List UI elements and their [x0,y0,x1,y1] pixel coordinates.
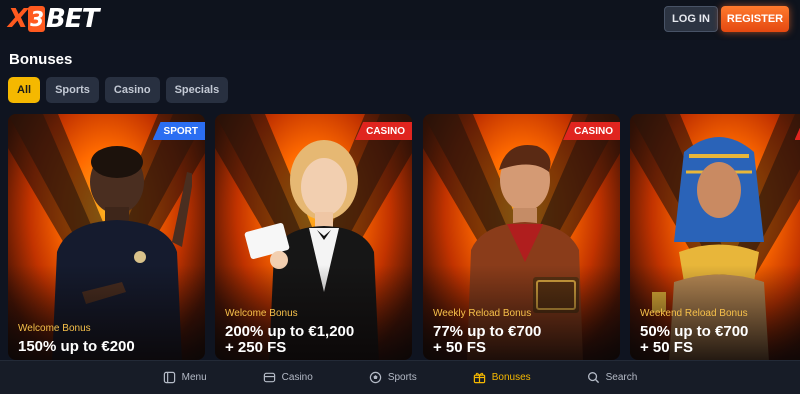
login-button[interactable]: LOG IN [664,6,718,32]
filter-all[interactable]: All [8,77,41,103]
filter-specials[interactable]: Specials [165,77,229,103]
nav-sports[interactable]: Sports [369,371,417,384]
nav-label: Bonuses [491,372,531,383]
category-tag: CASINO [355,122,412,140]
logo-x: X [8,4,28,34]
filter-sports[interactable]: Sports [46,77,99,103]
category-tag: CASINO [563,122,620,140]
bonus-subtitle: Welcome Bonus [225,308,298,319]
bonus-free-spins: + 50 FS [640,339,693,356]
bonus-amount: 77% up to €700 [433,323,542,340]
filter-casino[interactable]: Casino [104,77,160,103]
sports-ball-icon [369,371,382,384]
nav-label: Menu [181,372,207,383]
bottom-nav: Menu Casino Sports Bonuses Search [0,360,800,394]
logo[interactable]: X 3 BET [8,4,99,34]
bonus-amount: 50% up to €700 [640,323,749,340]
bonus-subtitle: Weekend Reload Bonus [640,308,748,319]
bonus-card-sport[interactable]: SPORT Welcome Bonus 150% up to €200 [8,114,205,360]
search-icon [587,372,599,384]
category-tag: SPORT [152,122,205,140]
register-button[interactable]: REGISTER [721,6,789,32]
top-bar: X 3 BET LOG IN REGISTER [0,0,800,40]
menu-icon [163,371,175,384]
bonus-card-weekend-reload[interactable]: CA Weekend Reload Bonus 50% up to €700 +… [630,114,800,360]
nav-search[interactable]: Search [587,371,638,384]
nav-bonuses[interactable]: Bonuses [473,371,531,384]
nav-label: Search [605,372,638,383]
casino-icon [263,372,275,383]
bonus-card-casino-welcome[interactable]: CASINO Welcome Bonus 200% up to €1,200 +… [215,114,412,360]
filter-tabs: All Sports Casino Specials [8,77,229,103]
nav-menu[interactable]: Menu [163,371,207,384]
nav-label: Casino [281,372,313,383]
nav-casino[interactable]: Casino [263,371,313,384]
gift-icon [473,372,485,384]
bonus-free-spins: + 250 FS [225,339,287,356]
page-title: Bonuses [9,51,73,68]
bonus-amount: 200% up to €1,200 [225,323,355,340]
bonus-amount: 150% up to €200 [18,338,135,355]
bonus-subtitle: Welcome Bonus [18,323,91,334]
logo-text: BET [46,4,99,34]
bonus-free-spins: + 50 FS [433,339,486,356]
bonus-subtitle: Weekly Reload Bonus [433,308,532,319]
logo-three: 3 [28,6,46,32]
bonus-cards: SPORT Welcome Bonus 150% up to €200 CASI… [0,114,800,360]
bonus-card-weekly-reload[interactable]: CASINO Weekly Reload Bonus 77% up to €70… [423,114,620,360]
nav-label: Sports [387,372,417,383]
